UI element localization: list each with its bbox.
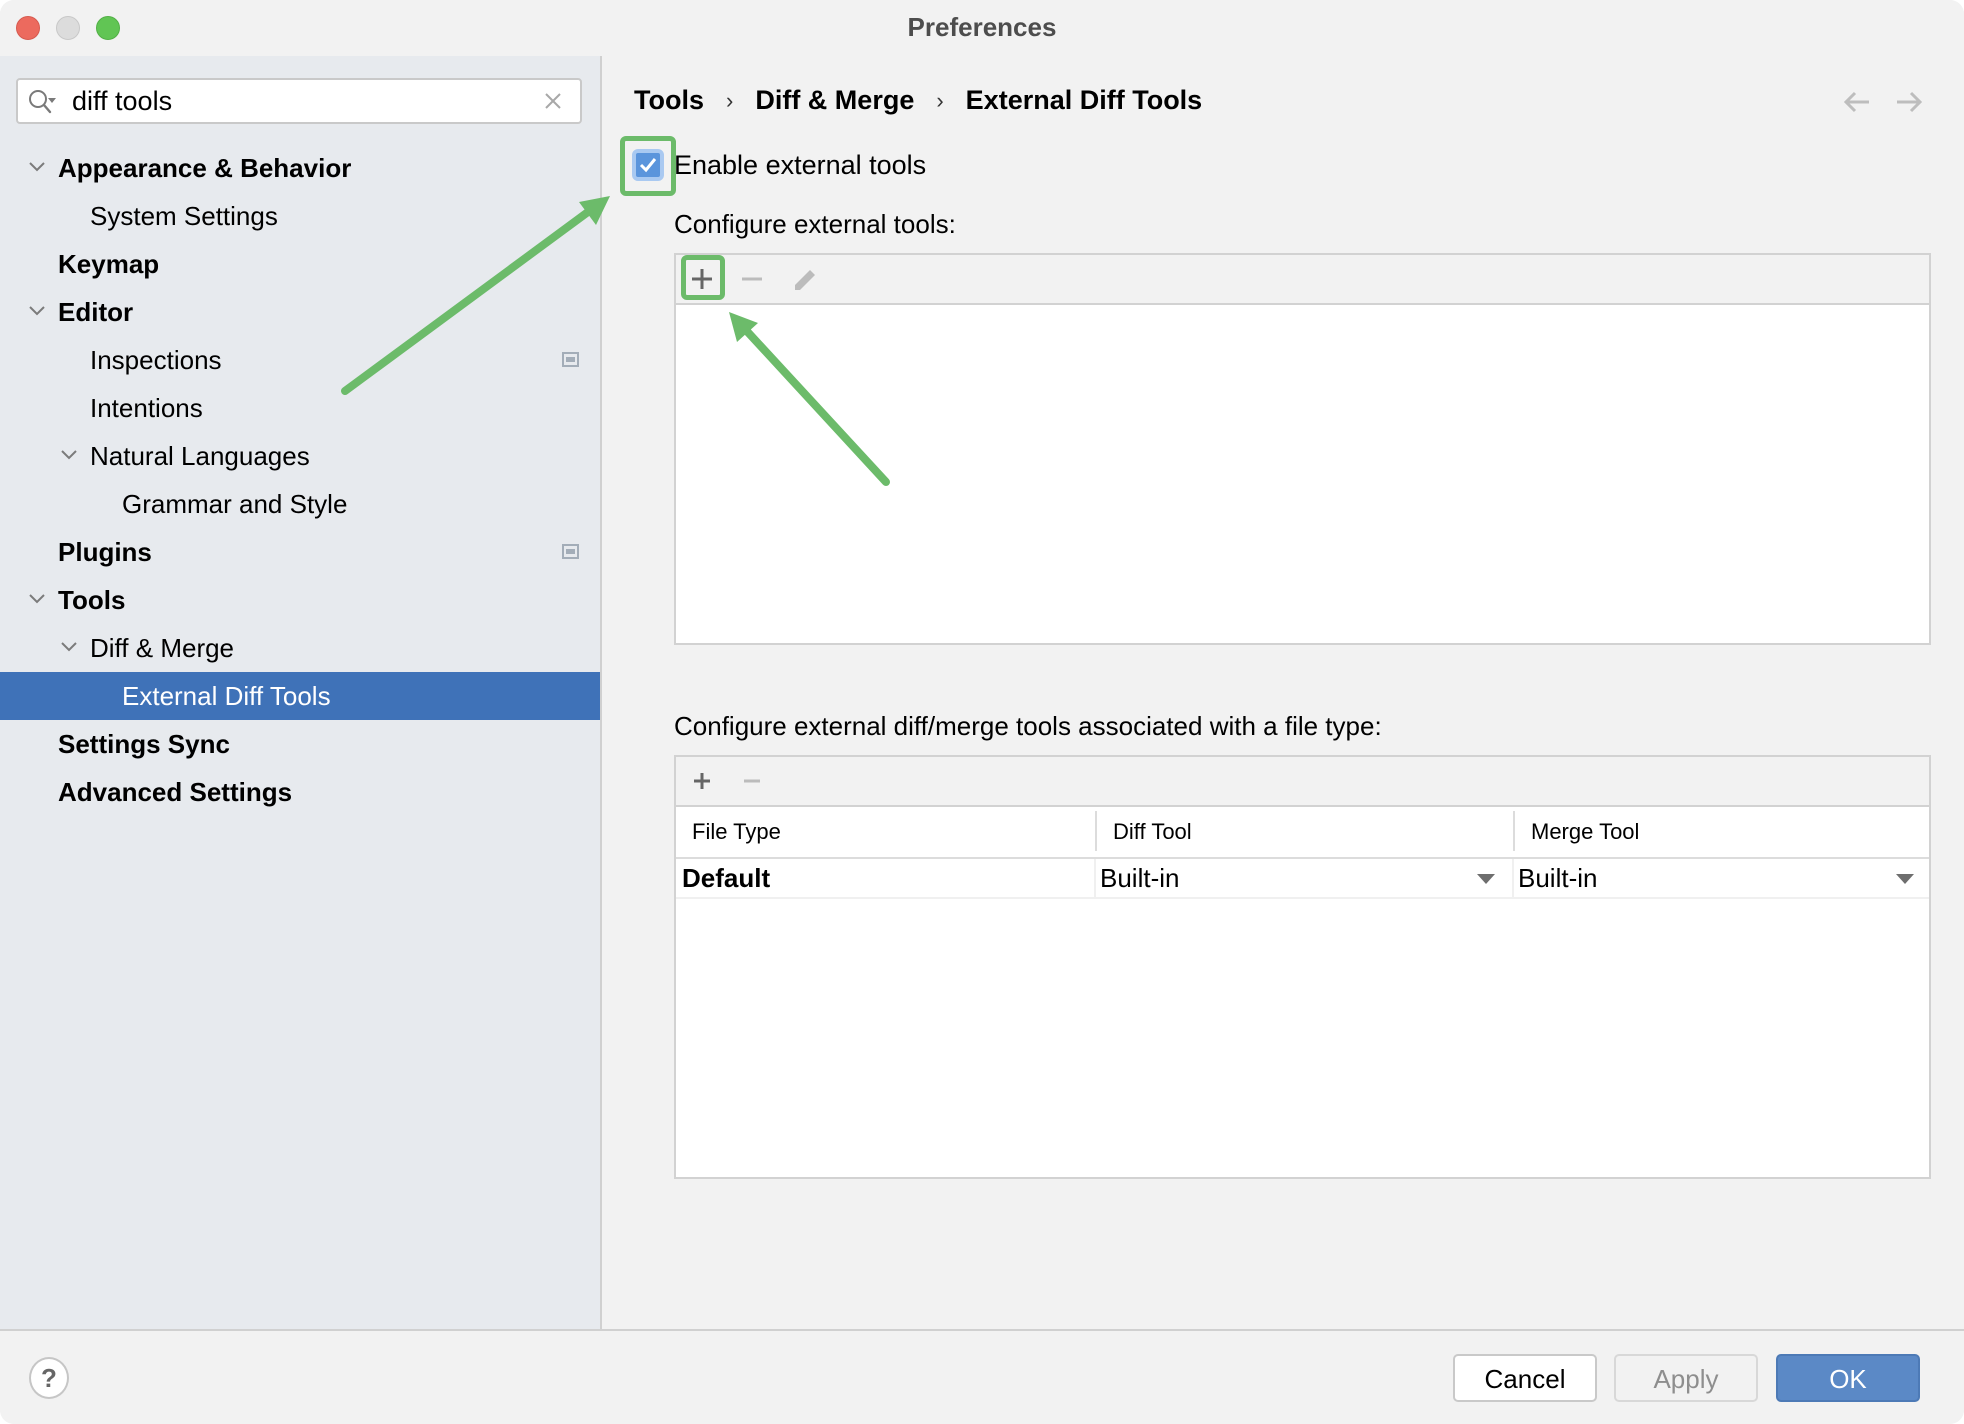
add-icon xyxy=(694,773,710,789)
column-divider xyxy=(1094,859,1096,897)
sidebar-item-system-settings[interactable]: System Settings xyxy=(0,192,600,240)
remove-tool-button[interactable] xyxy=(736,263,768,295)
preferences-window: Preferences Appearance & Behavior System… xyxy=(0,0,1964,1424)
dropdown-arrow-icon[interactable] xyxy=(1477,874,1495,884)
search-input[interactable] xyxy=(72,84,532,118)
sidebar-item-label: System Settings xyxy=(90,201,278,231)
sidebar-item-natural-languages[interactable]: Natural Languages xyxy=(0,432,600,480)
breadcrumb-item-tools[interactable]: Tools xyxy=(634,85,704,116)
diff-tool-value: Built-in xyxy=(1100,863,1180,893)
sidebar-item-advanced-settings[interactable]: Advanced Settings xyxy=(0,768,600,816)
table-header: File Type Diff Tool Merge Tool xyxy=(676,807,1929,859)
sidebar-item-plugins[interactable]: Plugins xyxy=(0,528,600,576)
column-header-diff-tool[interactable]: Diff Tool xyxy=(1097,807,1513,857)
project-settings-icon xyxy=(562,352,579,367)
breadcrumb-item-external-diff-tools: External Diff Tools xyxy=(965,85,1203,116)
configure-external-tools-label: Configure external tools: xyxy=(674,209,956,239)
sidebar-item-label: Tools xyxy=(58,585,126,615)
dialog-footer: ? Cancel Apply OK xyxy=(0,1329,1964,1424)
edit-tool-button[interactable] xyxy=(788,263,820,295)
remove-file-type-button[interactable] xyxy=(736,765,768,797)
clear-search-icon[interactable] xyxy=(542,90,564,112)
file-type-cell[interactable]: Default xyxy=(682,859,1092,897)
remove-icon xyxy=(744,779,760,783)
sidebar-item-label: Intentions xyxy=(90,393,203,423)
sidebar-item-editor[interactable]: Editor xyxy=(0,288,600,336)
breadcrumb-separator-icon: › xyxy=(726,87,734,113)
breadcrumb-separator-icon: › xyxy=(936,87,944,113)
checkbox-highlight xyxy=(620,136,676,196)
enable-external-tools-label[interactable]: Enable external tools xyxy=(674,148,926,182)
chevron-down-icon[interactable] xyxy=(28,160,46,174)
settings-content: Tools › Diff & Merge › External Diff Tools E… xyxy=(602,56,1964,1329)
title-bar: Preferences xyxy=(0,0,1964,56)
sidebar-item-label: Appearance & Behavior xyxy=(58,153,352,183)
chevron-down-icon[interactable] xyxy=(60,640,78,654)
sidebar-item-label: Settings Sync xyxy=(58,729,230,759)
sidebar-item-tools[interactable]: Tools xyxy=(0,576,600,624)
sidebar-item-settings-sync[interactable]: Settings Sync xyxy=(0,720,600,768)
sidebar-item-keymap[interactable]: Keymap xyxy=(0,240,600,288)
remove-icon xyxy=(742,277,762,281)
add-button-highlight xyxy=(681,255,725,300)
back-arrow-icon[interactable] xyxy=(1842,90,1872,114)
sidebar-item-label: Inspections xyxy=(90,345,222,375)
sidebar-item-label: Advanced Settings xyxy=(58,777,293,807)
add-file-type-button[interactable] xyxy=(686,765,718,797)
window-title: Preferences xyxy=(907,12,1057,42)
chevron-down-icon[interactable] xyxy=(60,448,78,462)
ok-button[interactable]: OK xyxy=(1776,1354,1920,1402)
sidebar-item-diff-merge[interactable]: Diff & Merge xyxy=(0,624,600,672)
sidebar-item-appearance-behavior[interactable]: Appearance & Behavior xyxy=(0,144,600,192)
file-type-tools-toolbar xyxy=(676,757,1929,807)
sidebar-item-label: External Diff Tools xyxy=(122,681,331,711)
settings-search-field[interactable] xyxy=(16,78,582,124)
file-type-tools-table: File Type Diff Tool Merge Tool Default B… xyxy=(674,755,1931,1179)
breadcrumb-item-diff-merge[interactable]: Diff & Merge xyxy=(755,85,914,116)
table-row[interactable]: Default Built-in Built-in xyxy=(676,859,1929,899)
search-icon xyxy=(29,90,56,114)
sidebar-item-label: Editor xyxy=(58,297,134,327)
edit-icon xyxy=(795,270,815,290)
sidebar-item-grammar-and-style[interactable]: Grammar and Style xyxy=(0,480,600,528)
sidebar-item-label: Natural Languages xyxy=(90,441,310,471)
help-button[interactable]: ? xyxy=(29,1357,69,1399)
external-tools-toolbar xyxy=(676,255,1929,305)
sidebar-item-label: Plugins xyxy=(58,537,152,567)
column-divider xyxy=(1512,859,1514,897)
sidebar-item-label: Diff & Merge xyxy=(90,633,235,663)
settings-sidebar: Appearance & Behavior System Settings Ke… xyxy=(0,56,602,1329)
merge-tool-value: Built-in xyxy=(1518,863,1598,893)
merge-tool-dropdown[interactable]: Built-in xyxy=(1518,859,1918,897)
file-type-tools-label: Configure external diff/merge tools asso… xyxy=(674,711,1382,741)
chevron-down-icon[interactable] xyxy=(28,592,46,606)
column-header-file-type[interactable]: File Type xyxy=(676,807,1095,857)
external-tools-list[interactable] xyxy=(674,253,1931,645)
dropdown-arrow-icon[interactable] xyxy=(1896,874,1914,884)
sidebar-item-label: Keymap xyxy=(58,249,160,279)
chevron-down-icon[interactable] xyxy=(28,304,46,318)
cancel-button[interactable]: Cancel xyxy=(1453,1354,1597,1402)
diff-tool-dropdown[interactable]: Built-in xyxy=(1100,859,1512,897)
column-header-merge-tool[interactable]: Merge Tool xyxy=(1515,807,1929,857)
apply-button[interactable]: Apply xyxy=(1614,1354,1758,1402)
forward-arrow-icon[interactable] xyxy=(1894,90,1924,114)
project-settings-icon xyxy=(562,544,579,559)
sidebar-item-label: Grammar and Style xyxy=(122,489,348,519)
sidebar-item-external-diff-tools[interactable]: External Diff Tools xyxy=(0,672,600,720)
sidebar-item-inspections[interactable]: Inspections xyxy=(0,336,600,384)
breadcrumb: Tools › Diff & Merge › External Diff Tools xyxy=(634,84,1202,124)
sidebar-item-intentions[interactable]: Intentions xyxy=(0,384,600,432)
